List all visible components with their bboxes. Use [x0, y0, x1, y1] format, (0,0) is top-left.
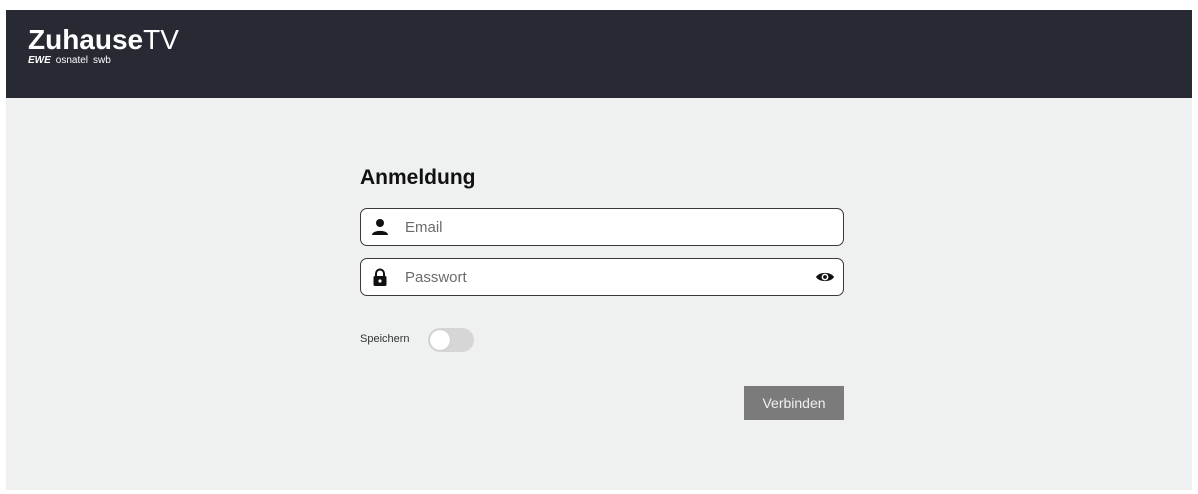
partner-osnatel: osnatel — [55, 55, 89, 66]
lock-icon — [371, 268, 389, 286]
partner-swb: swb — [93, 55, 111, 66]
toggle-knob — [430, 330, 450, 350]
logo-partners: EWE osnatel swb — [28, 55, 179, 67]
email-field[interactable] — [360, 208, 844, 246]
password-field[interactable] — [360, 258, 844, 296]
remember-label: Speichern — [360, 333, 410, 345]
connect-button[interactable]: Verbinden — [744, 386, 844, 420]
email-input[interactable] — [403, 209, 787, 246]
app-frame: ZuhauseTV EWE osnatel swb Anmeldung Emai… — [6, 10, 1192, 490]
password-input[interactable] — [403, 259, 787, 296]
zuhausetv-logo: ZuhauseTV EWE osnatel swb — [28, 24, 179, 67]
user-icon — [371, 218, 389, 236]
eye-icon[interactable] — [815, 268, 835, 286]
logo-brand-bold: Zuhause — [28, 24, 144, 55]
remember-toggle[interactable] — [428, 328, 474, 352]
login-title: Anmeldung — [360, 166, 476, 189]
logo-brand-light: TV — [143, 24, 179, 55]
partner-ewe: EWE — [28, 55, 51, 66]
logo-wordmark: ZuhauseTV — [28, 24, 179, 56]
header-bar: ZuhauseTV EWE osnatel swb — [6, 10, 1192, 98]
